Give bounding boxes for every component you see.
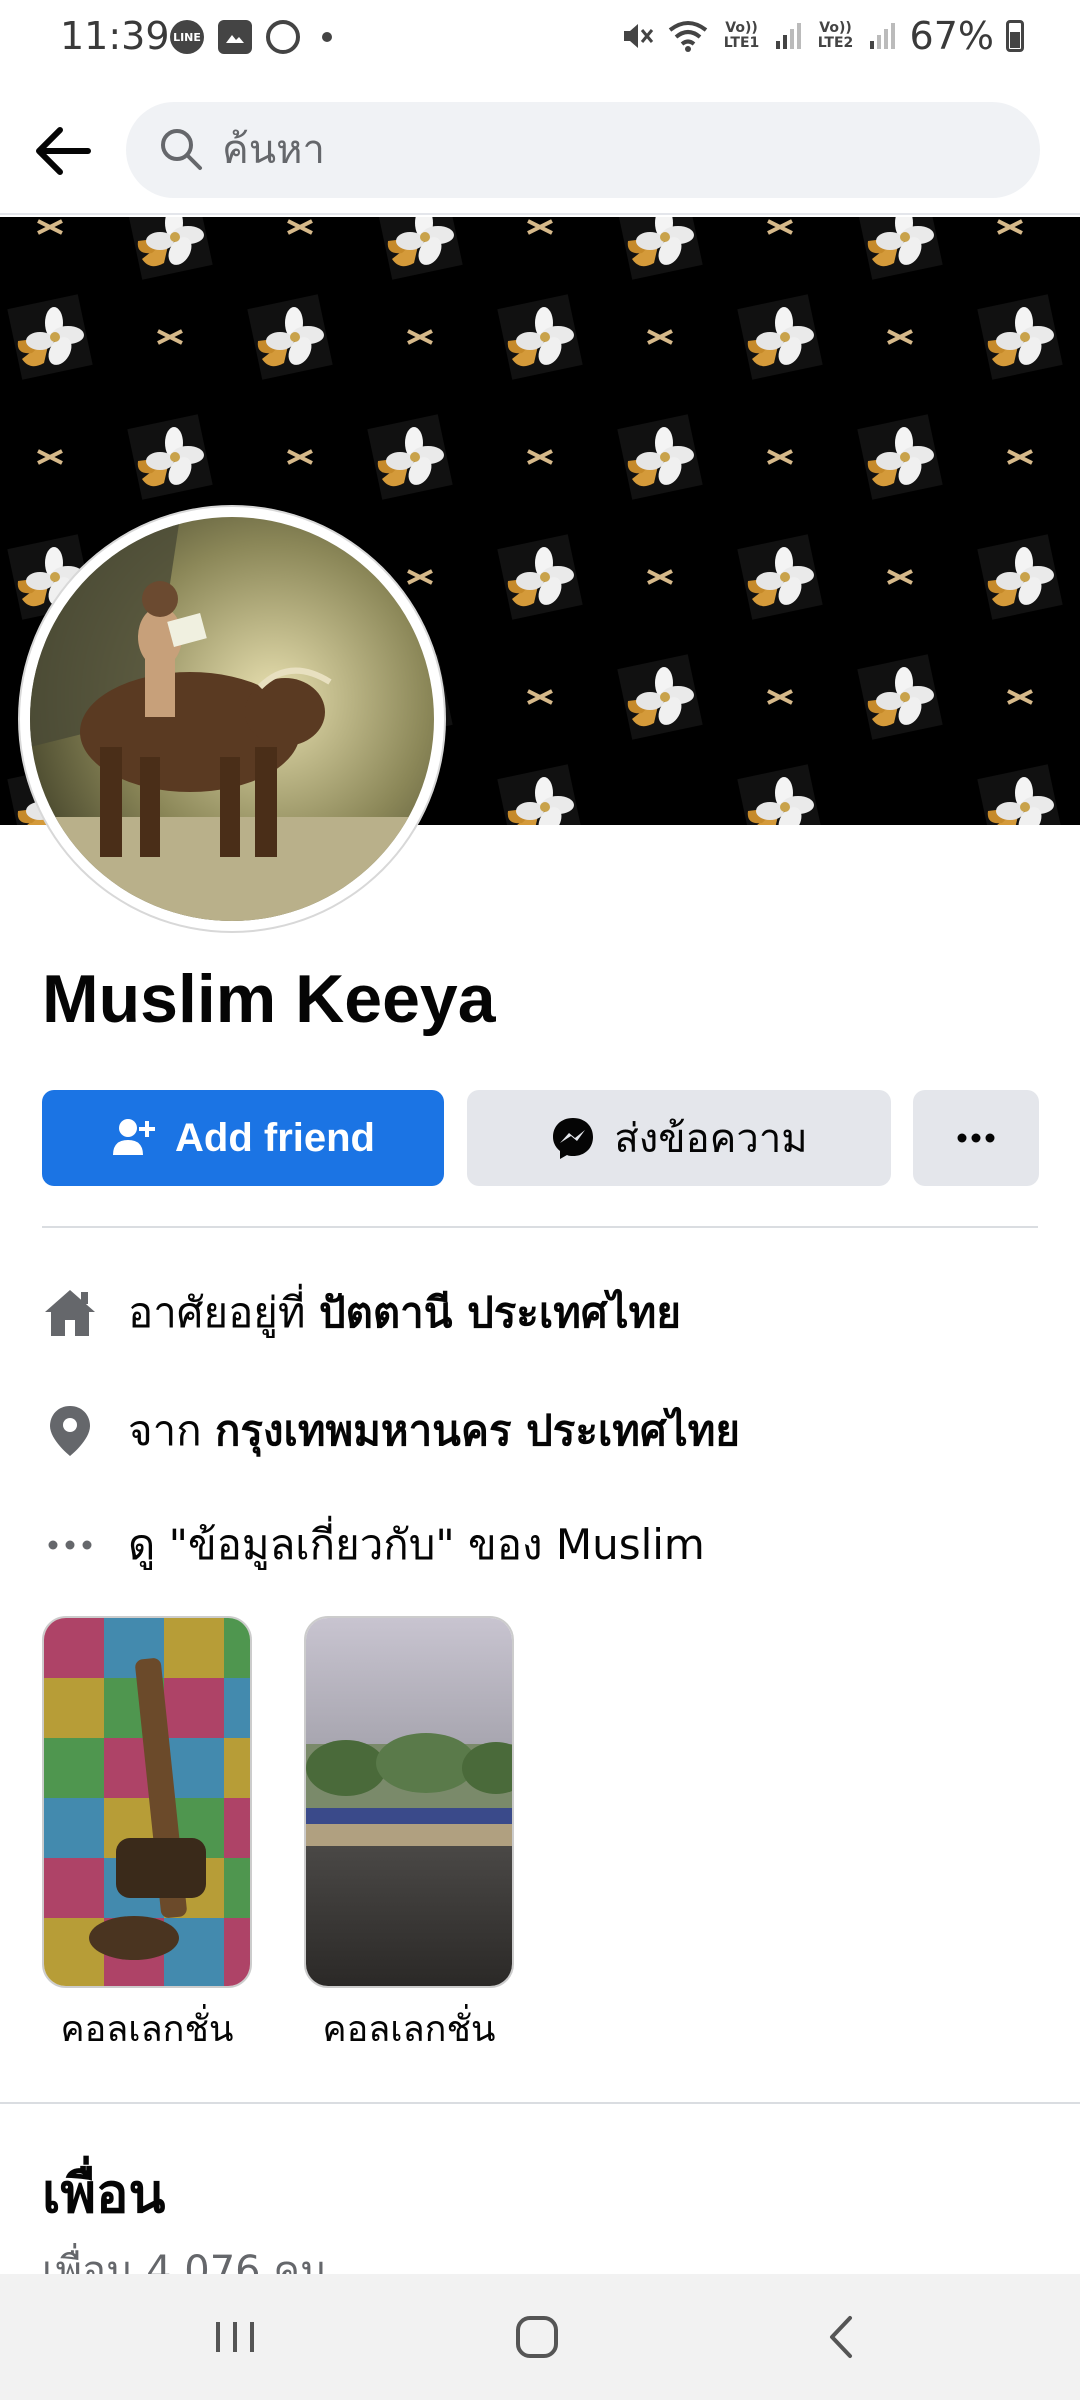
collection-thumbnail[interactable] bbox=[304, 1616, 514, 1988]
collection-item[interactable]: คอลเลกชั่น bbox=[42, 1616, 252, 2057]
collection-label: คอลเลกชั่น bbox=[322, 2009, 496, 2050]
back-nav-icon[interactable] bbox=[806, 2304, 876, 2370]
messenger-icon bbox=[553, 1118, 594, 1159]
see-about-row[interactable]: ดู "ข้อมูลเกี่ยวกับ" ของ Muslim bbox=[42, 1512, 705, 1578]
from-prefix: จาก bbox=[128, 1406, 215, 1455]
collection-item[interactable]: คอลเลกชั่น bbox=[304, 1616, 514, 2057]
from-place[interactable]: กรุงเทพมหานคร ประเทศไทย bbox=[215, 1406, 740, 1455]
volte1-label: Vo)) LTE1 bbox=[723, 20, 760, 51]
message-button[interactable]: ส่งข้อความ bbox=[467, 1090, 891, 1186]
system-indicators: Vo)) LTE1 Vo)) LTE2 67% bbox=[618, 14, 1024, 58]
search-icon bbox=[161, 129, 202, 170]
add-friend-icon bbox=[113, 1119, 155, 1155]
system-navigation-bar bbox=[0, 2274, 1080, 2400]
from-row: จาก กรุงเทพมหานคร ประเทศไทย bbox=[42, 1398, 740, 1464]
section-separator bbox=[0, 2102, 1080, 2104]
notification-icons: LINE bbox=[170, 20, 332, 54]
line-icon: LINE bbox=[170, 20, 204, 54]
dot-icon bbox=[322, 32, 332, 42]
message-label: ส่งข้อความ bbox=[614, 1117, 808, 1161]
search-input[interactable] bbox=[222, 102, 982, 198]
lives-in-prefix: อาศัยอยู่ที่ bbox=[128, 1288, 319, 1337]
divider bbox=[42, 1226, 1038, 1228]
see-about-link[interactable]: ดู "ข้อมูลเกี่ยวกับ" ของ Muslim bbox=[128, 1512, 705, 1578]
add-friend-label: Add friend bbox=[175, 1115, 375, 1160]
status-time: 11:39 bbox=[60, 14, 170, 58]
home-button-icon[interactable] bbox=[502, 2304, 572, 2370]
more-dots-icon bbox=[42, 1517, 98, 1573]
status-bar: 11:39 LINE Vo)) LTE1 Vo)) LTE2 67% bbox=[0, 0, 1080, 80]
profile-picture[interactable] bbox=[20, 507, 444, 931]
collection-cover-image bbox=[306, 1618, 512, 1986]
signal-icon-1 bbox=[775, 23, 801, 49]
more-options-button[interactable] bbox=[913, 1090, 1039, 1186]
profile-photo-image bbox=[30, 517, 434, 921]
back-arrow-icon[interactable] bbox=[30, 118, 96, 184]
recent-apps-icon[interactable] bbox=[200, 2304, 270, 2370]
search-bar[interactable] bbox=[126, 102, 1040, 198]
add-friend-button[interactable]: Add friend bbox=[42, 1090, 444, 1186]
battery-icon bbox=[1006, 20, 1024, 52]
timer-icon bbox=[266, 20, 300, 54]
volte2-label: Vo)) LTE2 bbox=[817, 20, 854, 51]
top-bar bbox=[0, 80, 1080, 215]
location-pin-icon bbox=[42, 1403, 98, 1459]
friends-section-title: เพื่อน bbox=[42, 2162, 166, 2225]
profile-name: Muslim Keeya bbox=[42, 961, 496, 1037]
home-icon bbox=[42, 1285, 98, 1341]
collection-thumbnail[interactable] bbox=[42, 1616, 252, 1988]
lives-in-row: อาศัยอยู่ที่ ปัตตานี ประเทศไทย bbox=[42, 1280, 681, 1346]
wifi-icon bbox=[668, 21, 707, 52]
mute-icon bbox=[623, 24, 653, 48]
battery-percent: 67% bbox=[909, 14, 994, 58]
signal-icon-2 bbox=[869, 23, 895, 49]
lives-in-place[interactable]: ปัตตานี ประเทศไทย bbox=[319, 1288, 681, 1337]
collection-cover-image bbox=[44, 1618, 250, 1986]
gallery-icon bbox=[218, 20, 252, 54]
more-horizontal-icon bbox=[957, 1133, 995, 1143]
collection-label: คอลเลกชั่น bbox=[60, 2009, 234, 2050]
